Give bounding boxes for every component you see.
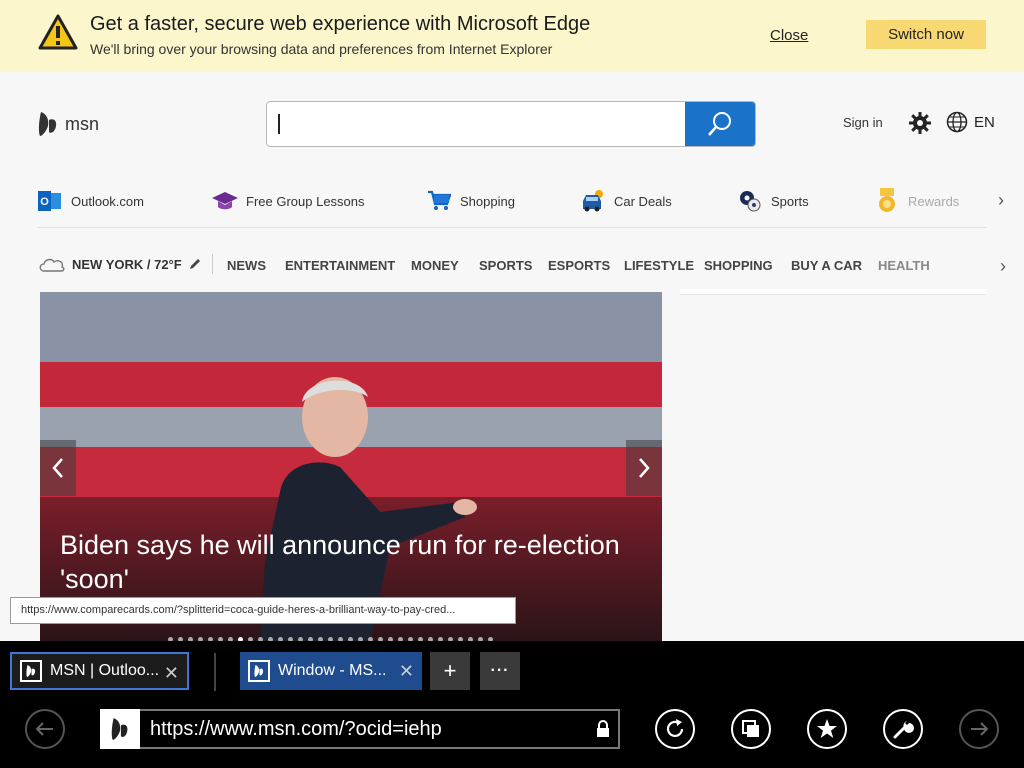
svg-text:O: O: [40, 196, 49, 208]
lock-icon[interactable]: [588, 720, 618, 738]
quicklink-group-lessons[interactable]: Free Group Lessons: [212, 183, 365, 219]
nav-link-buy-a-car[interactable]: BUY A CAR: [791, 258, 862, 273]
back-button[interactable]: [25, 709, 65, 749]
carousel-next-button[interactable]: [626, 440, 662, 496]
hero-headline[interactable]: Biden says he will announce run for re-e…: [60, 528, 650, 596]
cloud-icon: [39, 258, 65, 272]
banner-close-link[interactable]: Close: [770, 27, 808, 44]
gear-icon[interactable]: [908, 111, 932, 135]
back-arrow-icon: [35, 722, 53, 736]
carousel-prev-button[interactable]: [40, 440, 76, 496]
sports-ball-icon: [737, 188, 763, 214]
wrench-icon: [893, 721, 914, 739]
search-button[interactable]: [685, 102, 755, 146]
refresh-button[interactable]: [655, 709, 695, 749]
msn-butterfly-icon: [38, 112, 57, 136]
quicklink-label: Car Deals: [614, 193, 672, 209]
browser-tab[interactable]: Window - MS... ✕: [240, 652, 422, 690]
status-url-tooltip: https://www.comparecards.com/?splitterid…: [10, 597, 516, 624]
address-bar: [100, 709, 620, 749]
browser-tab[interactable]: MSN | Outloo... ✕: [10, 652, 189, 690]
msn-favicon-icon: [248, 660, 270, 682]
close-tab-icon[interactable]: ✕: [399, 661, 414, 682]
quicklink-label: Outlook.com: [71, 193, 144, 209]
nav-link-entertainment[interactable]: ENTERTAINMENT: [285, 258, 395, 273]
quicklink-car-deals[interactable]: Car Deals: [580, 183, 672, 219]
warning-icon: [38, 14, 78, 50]
nav-link-money[interactable]: MONEY: [411, 258, 459, 273]
banner-subtitle: We'll bring over your browsing data and …: [90, 41, 553, 57]
nav-link-shopping[interactable]: SHOPPING: [704, 258, 773, 273]
quicklink-outlook[interactable]: O Outlook.com: [37, 183, 144, 219]
search-box: [266, 101, 756, 147]
tabs-button[interactable]: [731, 709, 771, 749]
more-tabs-button[interactable]: ···: [480, 652, 520, 690]
chevron-right-icon: [639, 458, 650, 478]
category-nav: NEW YORK / 72°F NEWS ENTERTAINMENT MONEY…: [0, 252, 1024, 278]
search-input[interactable]: [267, 102, 687, 146]
browser-bar: MSN | Outloo... ✕ Window - MS... ✕ + ···: [0, 641, 1024, 768]
nav-link-news[interactable]: NEWS: [227, 258, 266, 273]
weather-widget[interactable]: NEW YORK / 72°F: [38, 256, 202, 272]
graduation-cap-icon: [212, 188, 238, 214]
weather-text: NEW YORK / 72°F: [72, 256, 182, 272]
globe-icon: [946, 111, 968, 133]
tab-divider: [214, 653, 216, 691]
car-icon: [580, 188, 606, 214]
msn-logo[interactable]: msn: [37, 110, 99, 138]
forward-button[interactable]: [959, 709, 999, 749]
new-tab-button[interactable]: +: [430, 652, 470, 690]
nav-link-lifestyle[interactable]: LIFESTYLE: [624, 258, 694, 273]
outlook-icon: O: [37, 188, 63, 214]
quicklink-label: Rewards: [908, 193, 960, 209]
url-input[interactable]: [140, 711, 588, 747]
right-panel: [680, 289, 987, 295]
forward-arrow-icon: [971, 722, 989, 736]
logo-text: msn: [65, 113, 100, 134]
chevron-left-icon: [52, 458, 63, 478]
favorites-button[interactable]: [807, 709, 847, 749]
nav-link-sports[interactable]: SPORTS: [479, 258, 532, 273]
tabs-icon: [742, 720, 759, 737]
sign-in-link[interactable]: Sign in: [843, 115, 883, 130]
switch-now-button[interactable]: Switch now: [866, 20, 986, 49]
quicklink-sports[interactable]: Sports: [737, 183, 809, 219]
close-tab-icon[interactable]: ✕: [164, 663, 179, 684]
nav-divider: [212, 254, 213, 274]
edge-banner: Get a faster, secure web experience with…: [0, 0, 1024, 72]
star-icon: [817, 719, 837, 738]
tab-title: MSN | Outloo...: [50, 662, 160, 679]
refresh-icon: [666, 719, 684, 738]
quicklink-label: Sports: [771, 193, 809, 209]
medal-icon: [874, 188, 900, 214]
search-icon: [708, 112, 731, 136]
tab-title: Window - MS...: [278, 662, 387, 679]
msn-favicon-icon: [100, 709, 140, 749]
shopping-cart-icon: [426, 188, 452, 214]
language-selector[interactable]: EN: [946, 111, 995, 133]
msn-favicon-icon: [20, 660, 42, 682]
text-caret: [278, 114, 280, 134]
tools-button[interactable]: [883, 709, 923, 749]
quicklink-rewards[interactable]: Rewards: [874, 183, 959, 219]
quicklink-label: Free Group Lessons: [246, 193, 365, 209]
quick-links-bar: O Outlook.com Free Group Lessons Shoppin…: [0, 183, 1024, 219]
divider: [37, 227, 987, 228]
hero-carousel[interactable]: Biden says he will announce run for re-e…: [40, 292, 662, 642]
nav-next-arrow[interactable]: ›: [1000, 256, 1006, 277]
hero-image-band: [40, 292, 662, 362]
language-label: EN: [974, 113, 995, 131]
quicklink-label: Shopping: [460, 193, 515, 209]
banner-title: Get a faster, secure web experience with…: [90, 13, 591, 35]
pencil-icon[interactable]: [188, 257, 202, 271]
quicklinks-next-arrow[interactable]: ›: [998, 190, 1004, 211]
nav-link-health[interactable]: HEALTH: [878, 258, 930, 273]
quicklink-shopping[interactable]: Shopping: [426, 183, 515, 219]
nav-link-esports[interactable]: ESPORTS: [548, 258, 610, 273]
